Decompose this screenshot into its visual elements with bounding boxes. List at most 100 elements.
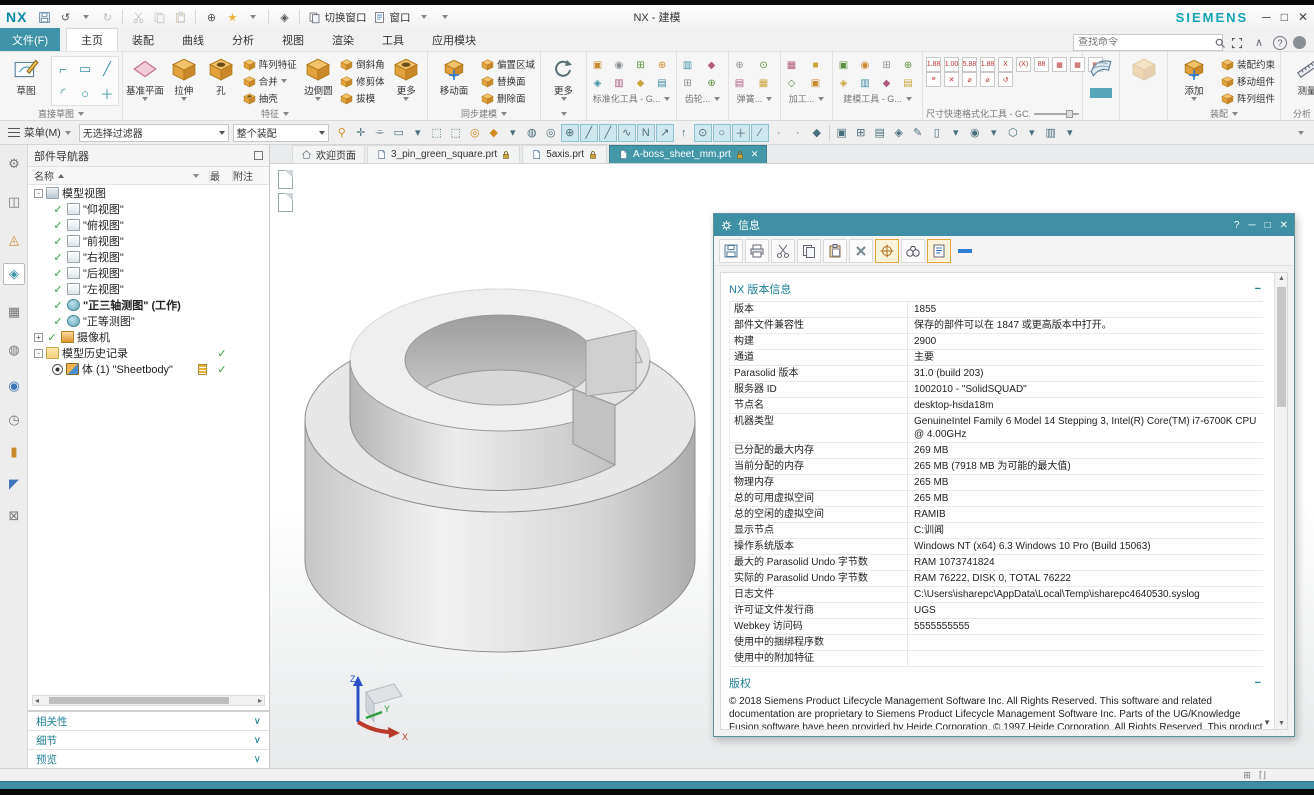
hand-select-icon[interactable]: ✛ xyxy=(352,124,370,142)
ribbon-tab-装配[interactable]: 装配 xyxy=(118,28,168,51)
snapshot-icon[interactable]: ▥ xyxy=(1042,124,1060,142)
pattern-component-button[interactable]: 阵列组件 xyxy=(1219,90,1277,106)
tree-row[interactable]: 体 (1) "Sheetbody"✓ xyxy=(28,361,269,377)
roles-gear-icon[interactable]: ⚙ xyxy=(3,153,25,175)
highlight-icon[interactable]: ⬚ xyxy=(428,124,446,142)
part-navigator-icon[interactable]: ◈ xyxy=(3,263,25,285)
tool-icon[interactable]: ▥ xyxy=(680,58,695,73)
tool-icon[interactable]: ▣ xyxy=(808,76,823,91)
undo-menu-caret[interactable] xyxy=(77,8,95,26)
sketch-shape-icon[interactable]: ◜ xyxy=(52,81,74,105)
dim-format-icon[interactable]: ⌀ xyxy=(980,72,995,87)
column-note[interactable]: 附注 xyxy=(233,168,269,183)
user-avatar[interactable] xyxy=(1293,36,1306,49)
group-label[interactable]: 直接草图 xyxy=(3,107,119,120)
line2-icon[interactable]: ╱ xyxy=(599,124,617,142)
tool-icon[interactable]: ▥ xyxy=(858,76,873,91)
section-copyright[interactable]: 版权− xyxy=(729,675,1279,691)
tool-icon[interactable]: ⊕ xyxy=(704,76,719,91)
snap-point-icon[interactable]: ⚲ xyxy=(333,124,351,142)
lasso-icon[interactable]: ⌯ xyxy=(371,124,389,142)
tree-expander[interactable]: - xyxy=(34,189,43,198)
tool-icon[interactable]: ▣ xyxy=(836,58,851,73)
feature-more-button[interactable]: 更多 xyxy=(389,54,424,101)
dialog-minimize-button[interactable]: ─ xyxy=(1248,220,1255,231)
favorites-star-icon[interactable]: ★ xyxy=(223,8,241,26)
tree-row[interactable]: ✓"仰视图" xyxy=(28,201,269,217)
tool-icon[interactable]: ◆ xyxy=(633,76,648,91)
tool-icon[interactable]: ■ xyxy=(808,58,823,73)
menu-caret[interactable]: ▾ xyxy=(504,124,522,142)
ribbon-tab-文件(F)[interactable]: 文件(F) xyxy=(0,28,60,51)
reuse-library-icon[interactable]: ▦ xyxy=(3,301,25,323)
copy-icon[interactable] xyxy=(150,8,168,26)
circle-icon[interactable]: ○ xyxy=(713,124,731,142)
dim-format-icon[interactable]: 1.00 xyxy=(944,57,959,72)
print-icon[interactable] xyxy=(745,239,769,263)
tool-icon[interactable]: ◈ xyxy=(836,76,851,91)
group-label[interactable]: 尺寸快速格式化工具 - GC工具箱 xyxy=(926,107,1079,120)
wireframe-icon[interactable]: ✎ xyxy=(909,124,927,142)
trim-body-button[interactable]: 修剪体 xyxy=(338,73,387,89)
column-filter-caret[interactable] xyxy=(193,170,209,181)
menu1-caret[interactable]: ▾ xyxy=(947,124,965,142)
edge-blend-button[interactable]: 边倒圆 xyxy=(301,54,336,101)
switch-window-button[interactable]: 切换窗口 xyxy=(306,8,368,26)
dialog-help-button[interactable]: ? xyxy=(1234,220,1240,231)
close-button[interactable]: ✕ xyxy=(1298,10,1308,24)
column-latest[interactable]: 最 xyxy=(210,168,232,183)
column-name[interactable]: 名称 xyxy=(28,168,193,183)
ribbon-tab-分析[interactable]: 分析 xyxy=(218,28,268,51)
document-tab[interactable]: 欢迎页面 xyxy=(292,145,365,163)
shaded-icon[interactable]: ◈ xyxy=(890,124,908,142)
tool-icon[interactable]: ◉ xyxy=(858,58,873,73)
selection-filter-combo[interactable]: 无选择过滤器 xyxy=(79,124,229,142)
chamfer-button[interactable]: 倒斜角 xyxy=(338,56,387,72)
group-label[interactable]: 分析 xyxy=(1284,107,1314,120)
slash-icon[interactable]: ∕ xyxy=(751,124,769,142)
cut-icon[interactable] xyxy=(771,239,795,263)
maximize-button[interactable]: □ xyxy=(1281,10,1288,24)
tool-icon[interactable]: ⊞ xyxy=(633,58,648,73)
assembly-constraint-button[interactable]: 装配约束 xyxy=(1219,56,1277,72)
point3-icon[interactable]: ◆ xyxy=(808,124,826,142)
scale-slider[interactable] xyxy=(1034,113,1079,115)
panel-section-细节[interactable]: 细节∨ xyxy=(28,731,269,750)
tree-row[interactable]: ✓"正三轴测图" (工作) xyxy=(28,297,269,313)
visibility-eye-icon[interactable] xyxy=(52,364,63,375)
curve-icon[interactable]: ∿ xyxy=(618,124,636,142)
ribbon-tab-渲染[interactable]: 渲染 xyxy=(318,28,368,51)
group-label[interactable]: 同步建模 xyxy=(431,107,537,120)
collapse-dash-icon[interactable] xyxy=(953,239,977,263)
group-label[interactable]: 齿轮... xyxy=(680,92,725,105)
tool-icon[interactable]: ⊞ xyxy=(680,76,695,91)
tool-icon[interactable]: ⊞ xyxy=(879,58,894,73)
menu4-caret[interactable]: ▾ xyxy=(1061,124,1079,142)
delete-face-button[interactable]: 删除面 xyxy=(479,90,537,106)
render-style-icon[interactable]: ◉ xyxy=(966,124,984,142)
tool-icon[interactable]: ⊕ xyxy=(732,58,747,73)
offset-region-button[interactable]: 偏置区域 xyxy=(479,56,537,72)
orientation-triad[interactable]: Z X Y xyxy=(336,670,426,740)
scene-icon[interactable]: ⊠ xyxy=(3,505,25,527)
web-browser-icon[interactable]: ◉ xyxy=(3,375,25,397)
process-studio-icon[interactable]: ▮ xyxy=(3,441,25,463)
tool-icon[interactable]: ▦ xyxy=(756,76,771,91)
dim-format-icon[interactable]: ≡ xyxy=(926,72,941,87)
close-tab-icon[interactable]: ✕ xyxy=(751,149,759,160)
grid-icon[interactable]: ⊞ xyxy=(1243,770,1251,781)
redo-icon[interactable]: ↻ xyxy=(98,8,116,26)
tree-expander[interactable]: - xyxy=(34,349,43,358)
group-label[interactable]: 建模工具 - G... xyxy=(836,92,919,105)
minimize-button[interactable]: ─ xyxy=(1262,10,1271,24)
sketch-button[interactable]: 草图 xyxy=(3,54,49,97)
manufacturing-wizard-icon[interactable]: ◤ xyxy=(3,473,25,495)
background-icon[interactable]: ⬡ xyxy=(1004,124,1022,142)
dim-format-icon[interactable]: X xyxy=(998,57,1013,72)
ribbon-tab-视图[interactable]: 视图 xyxy=(268,28,318,51)
pattern-feature-button[interactable]: 阵列特征 xyxy=(241,56,299,72)
tool-icon[interactable]: ⊕ xyxy=(901,58,916,73)
tool-icon[interactable]: ◆ xyxy=(879,76,894,91)
sketch-shape-icon[interactable]: ╱ xyxy=(96,57,118,81)
document-tab[interactable]: 5axis.prt xyxy=(522,145,607,163)
